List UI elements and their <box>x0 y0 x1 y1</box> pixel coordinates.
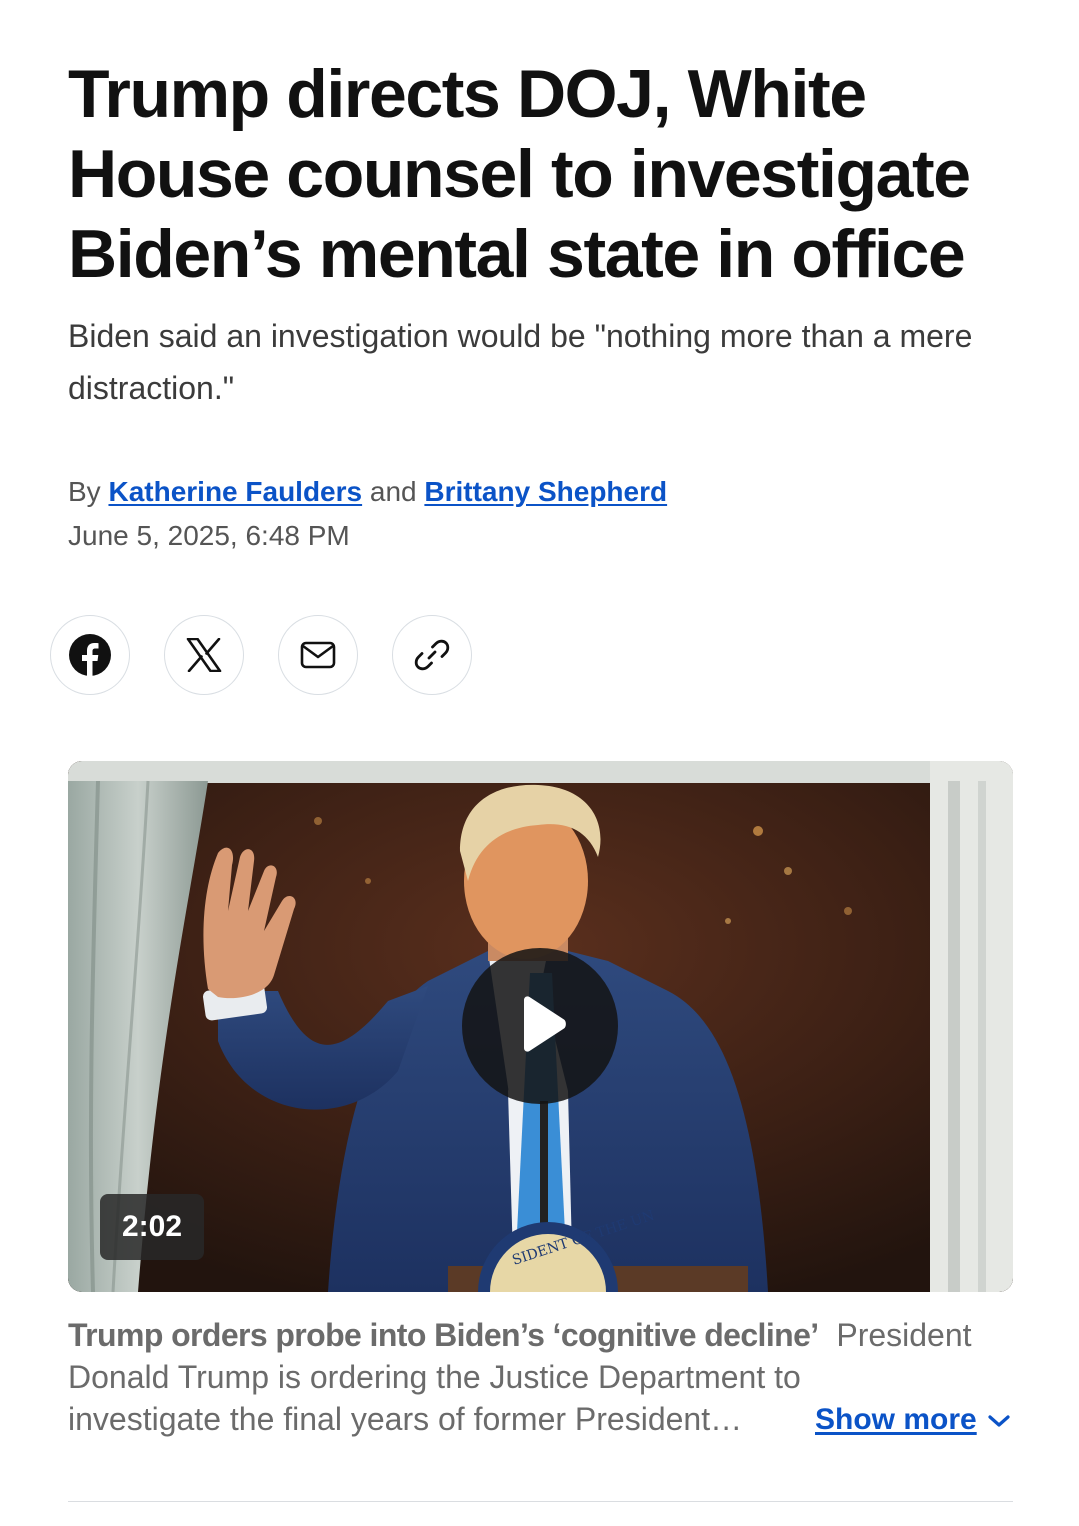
show-more-label: Show more <box>815 1403 977 1436</box>
share-x-button[interactable] <box>164 615 244 695</box>
section-divider <box>68 1501 1013 1502</box>
video-caption-text-1: President <box>836 1317 972 1353</box>
byline-conjunction: and <box>369 476 417 507</box>
x-icon <box>186 638 222 672</box>
article-page: Trump directs DOJ, White House counsel t… <box>0 0 1079 1526</box>
article-subheadline: Biden said an investigation would be "no… <box>68 318 973 406</box>
video-caption-text-2: Donald Trump is ordering the Justice Dep… <box>68 1359 801 1395</box>
play-icon <box>508 992 572 1061</box>
play-button[interactable] <box>462 948 618 1104</box>
video-duration-badge: 2:02 <box>100 1194 204 1260</box>
copy-link-button[interactable] <box>392 615 472 695</box>
byline-prefix: By <box>68 476 101 507</box>
author-link-katherine-faulders[interactable]: Katherine Faulders <box>108 476 362 507</box>
article-headline: Trump directs DOJ, White House counsel t… <box>68 56 971 292</box>
caption-line-1: Trump orders probe into Biden’s ‘cogniti… <box>68 1314 1008 1356</box>
video-caption-title: Trump orders probe into Biden’s ‘cogniti… <box>68 1317 819 1353</box>
link-icon <box>413 636 451 674</box>
chevron-down-icon <box>987 1399 1011 1441</box>
facebook-icon <box>68 633 112 677</box>
mail-icon <box>300 641 336 669</box>
show-more-button[interactable]: Show more <box>815 1399 1011 1441</box>
share-email-button[interactable] <box>278 615 358 695</box>
author-link-brittany-shepherd[interactable]: Brittany Shepherd <box>424 476 667 507</box>
publish-date: June 5, 2025, 6:48 PM <box>68 520 350 551</box>
share-facebook-button[interactable] <box>50 615 130 695</box>
byline: By Katherine Faulders and Brittany Sheph… <box>68 472 667 512</box>
